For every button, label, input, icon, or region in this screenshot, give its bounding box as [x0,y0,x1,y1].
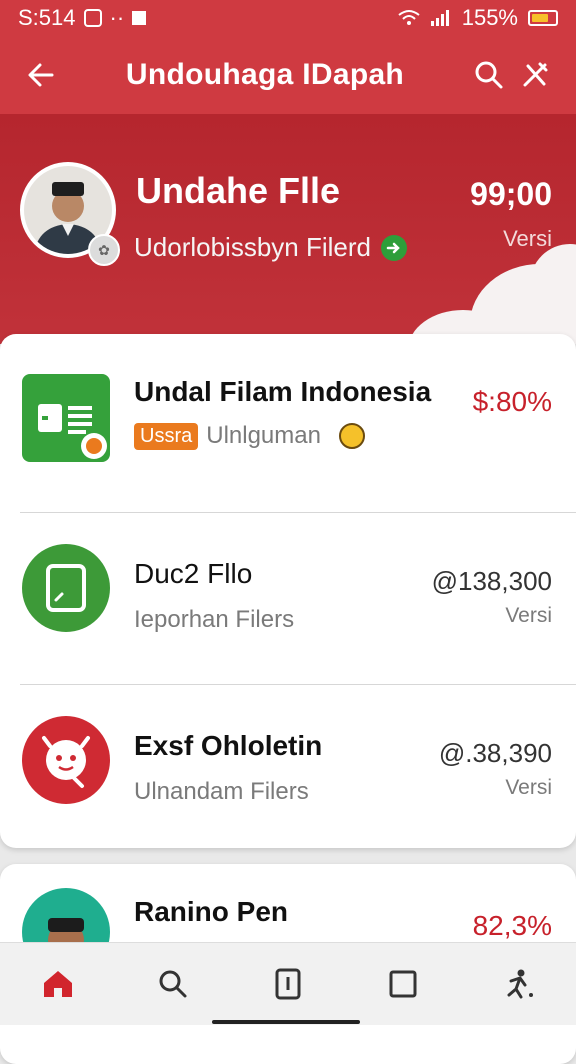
header-subtitle-row[interactable]: Udorlobissbyn Filerd [134,232,407,263]
nav-profile[interactable] [495,961,541,1007]
home-icon [43,971,72,997]
wifi-icon [398,10,420,25]
header-value: 99;00 [470,176,552,212]
status-badge: Ussra [134,422,199,450]
nav-home[interactable] [35,961,81,1007]
item-title: Ranino Pen [134,896,289,927]
nav-square[interactable] [380,961,426,1007]
square-notification-icon [132,11,147,25]
back-button[interactable] [18,52,64,98]
status-left: S:514 ·· [18,5,147,31]
go-arrow-icon[interactable] [380,234,407,261]
item-version-label: Versi [505,776,552,799]
divider [20,512,576,513]
header-subtitle: Udorlobissbyn Filerd [134,232,371,262]
item-subtitle-row: Ussra Ulnlguman [134,422,365,450]
battery-percent: 155% [461,5,518,30]
document-app-icon [22,374,110,462]
status-bar: S:514 ·· 155% [0,0,576,36]
list-item[interactable]: Undal Filam Indonesia Ussra Ulnlguman $:… [0,334,576,506]
item-subtitle: Ulnandam Filers [134,778,309,805]
app-bar: Undouhaga IDapah [0,36,576,114]
notification-icon [83,9,102,27]
nav-file[interactable] [265,961,311,1007]
emoji-face-icon [338,423,365,449]
search-icon [475,61,503,89]
item-subtitle: Ulnlguman [206,422,321,449]
divider [20,684,576,685]
battery-icon [528,10,558,26]
item-value: $:80% [472,386,552,417]
tools-icon [523,62,548,87]
camera-badge-icon[interactable]: ✿ [88,234,120,266]
runner-icon [507,969,534,999]
tools-button[interactable] [512,52,558,98]
mascot-app-icon [22,716,110,804]
list-item[interactable]: Exsf Ohloletin Ulnandam Filers @.38,390 … [0,686,576,858]
more-notifications-icon: ·· [109,5,125,30]
tablet-app-icon [22,544,110,632]
file-icon [275,968,301,1000]
search-icon [159,970,187,998]
signal-icon [430,10,449,26]
item-value: @.38,390 [438,738,552,768]
search-button[interactable] [466,52,512,98]
bottom-navigation [0,942,576,1025]
item-subtitle: Ieporhan Filers [134,606,295,633]
status-right: 155% [398,5,558,31]
file-list-card: Undal Filam Indonesia Ussra Ulnlguman $:… [0,334,576,848]
nav-search[interactable] [150,961,196,1007]
header-version-label: Versi [503,226,552,251]
page-title: Undouhaga IDapah [125,58,405,91]
status-time: S:514 [18,5,76,30]
item-value: @138,300 [431,566,552,596]
profile-header: ✿ Undahe Flle Udorlobissbyn Filerd 99;00… [0,114,576,344]
header-title: Undahe Flle [136,170,341,211]
list-item[interactable]: Duc2 Fllo Ieporhan Filers @138,300 Versi [0,514,576,686]
item-title: Exsf Ohloletin [134,730,323,761]
back-arrow-icon [28,63,54,87]
item-title: Duc2 Fllo [134,558,253,589]
square-icon [389,970,417,998]
home-indicator[interactable] [212,1020,360,1024]
item-version-label: Versi [505,604,552,627]
item-title: Undal Filam Indonesia [134,376,432,407]
item-value: 82,3% [472,910,552,941]
